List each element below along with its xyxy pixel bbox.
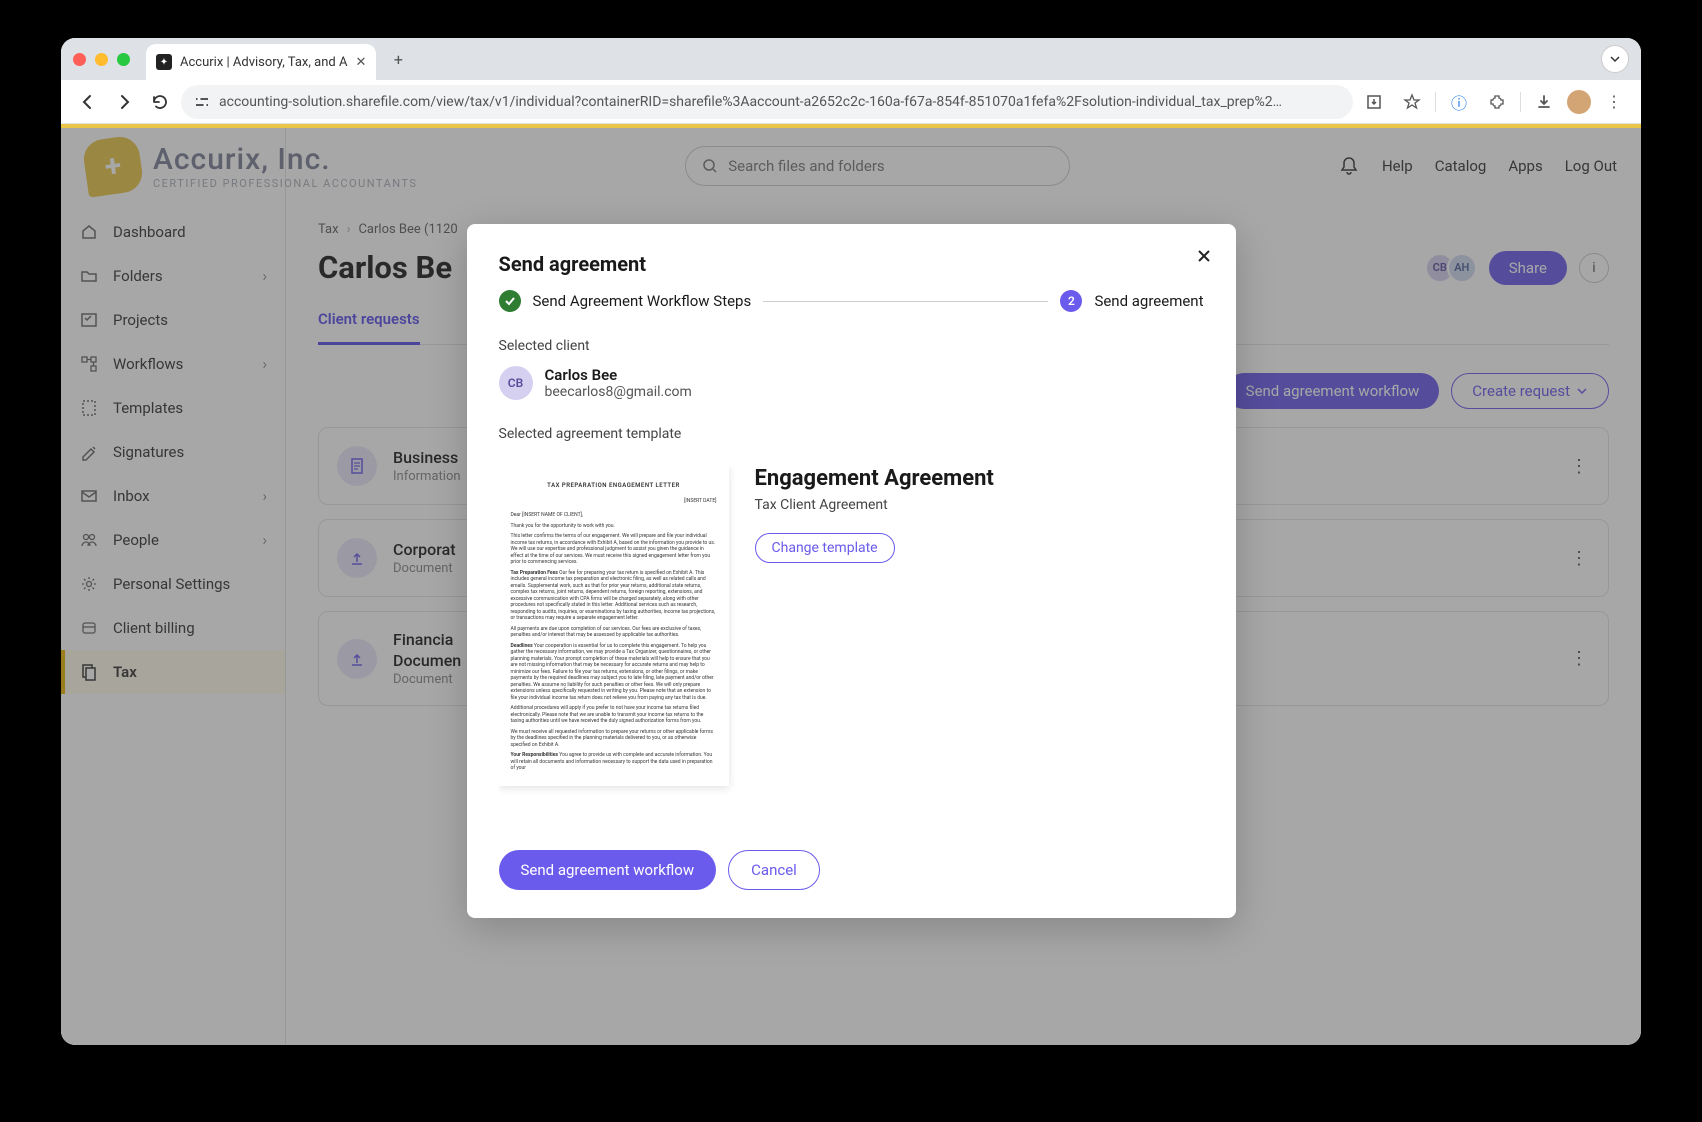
- profile-avatar[interactable]: [1567, 90, 1591, 114]
- browser-tab[interactable]: ✦ Accurix | Advisory, Tax, and A ✕: [146, 44, 376, 80]
- chevron-down-icon: [1609, 53, 1621, 65]
- document-preview: TAX PREPARATION ENGAGEMENT LETTER [INSER…: [499, 466, 729, 786]
- forward-button[interactable]: [109, 87, 139, 117]
- close-modal-button[interactable]: [1194, 246, 1214, 266]
- install-app-icon[interactable]: [1359, 87, 1389, 117]
- step-current-badge: 2: [1060, 290, 1082, 312]
- new-tab-button[interactable]: +: [384, 45, 412, 73]
- close-tab-icon[interactable]: ✕: [355, 55, 366, 70]
- reload-button[interactable]: [145, 87, 175, 117]
- close-window[interactable]: [73, 53, 86, 66]
- browser-window: ✦ Accurix | Advisory, Tax, and A ✕ + acc…: [61, 38, 1641, 1045]
- selected-client-label: Selected client: [499, 338, 1204, 354]
- template-title: Engagement Agreement: [755, 466, 1204, 491]
- send-agreement-workflow-button[interactable]: Send agreement workflow: [499, 850, 717, 890]
- step-label: Send agreement: [1094, 292, 1203, 310]
- back-button[interactable]: [73, 87, 103, 117]
- app-container: + Accurix, Inc. CERTIFIED PROFESSIONAL A…: [61, 128, 1641, 1045]
- modal-scrim[interactable]: Send agreement Send Agreement Workflow S…: [61, 128, 1641, 1045]
- step-done-icon: [499, 290, 521, 312]
- step-connector: [763, 301, 1048, 302]
- tab-title: Accurix | Advisory, Tax, and A: [180, 55, 347, 70]
- template-subtitle: Tax Client Agreement: [755, 497, 1204, 513]
- downloads-icon[interactable]: [1529, 87, 1559, 117]
- selected-template-label: Selected agreement template: [499, 426, 1204, 442]
- tabs-dropdown-button[interactable]: [1601, 45, 1629, 73]
- bookmark-icon[interactable]: [1397, 87, 1427, 117]
- close-icon: [1196, 248, 1212, 264]
- url-bar[interactable]: accounting-solution.sharefile.com/view/t…: [181, 85, 1353, 119]
- modal-title: Send agreement: [499, 252, 1204, 276]
- send-agreement-modal: Send agreement Send Agreement Workflow S…: [467, 224, 1236, 918]
- selected-client: CB Carlos Bee beecarlos8@gmail.com: [499, 366, 1204, 400]
- extensions-icon[interactable]: [1482, 87, 1512, 117]
- browser-titlebar: ✦ Accurix | Advisory, Tax, and A ✕ +: [61, 38, 1641, 80]
- site-info-icon[interactable]: [193, 93, 211, 111]
- client-name: Carlos Bee: [545, 366, 692, 384]
- cancel-button[interactable]: Cancel: [728, 850, 820, 890]
- minimize-window[interactable]: [95, 53, 108, 66]
- info-icon[interactable]: ⓘ: [1444, 87, 1474, 117]
- window-controls: [73, 53, 130, 66]
- client-avatar: CB: [499, 366, 533, 400]
- step-label: Send Agreement Workflow Steps: [533, 292, 752, 310]
- favicon-icon: ✦: [156, 54, 172, 70]
- client-email: beecarlos8@gmail.com: [545, 384, 692, 400]
- change-template-button[interactable]: Change template: [755, 533, 895, 563]
- menu-icon[interactable]: ⋮: [1599, 87, 1629, 117]
- maximize-window[interactable]: [117, 53, 130, 66]
- url-text: accounting-solution.sharefile.com/view/t…: [219, 94, 1341, 110]
- workflow-steps: Send Agreement Workflow Steps 2 Send agr…: [499, 290, 1204, 312]
- browser-toolbar: accounting-solution.sharefile.com/view/t…: [61, 80, 1641, 124]
